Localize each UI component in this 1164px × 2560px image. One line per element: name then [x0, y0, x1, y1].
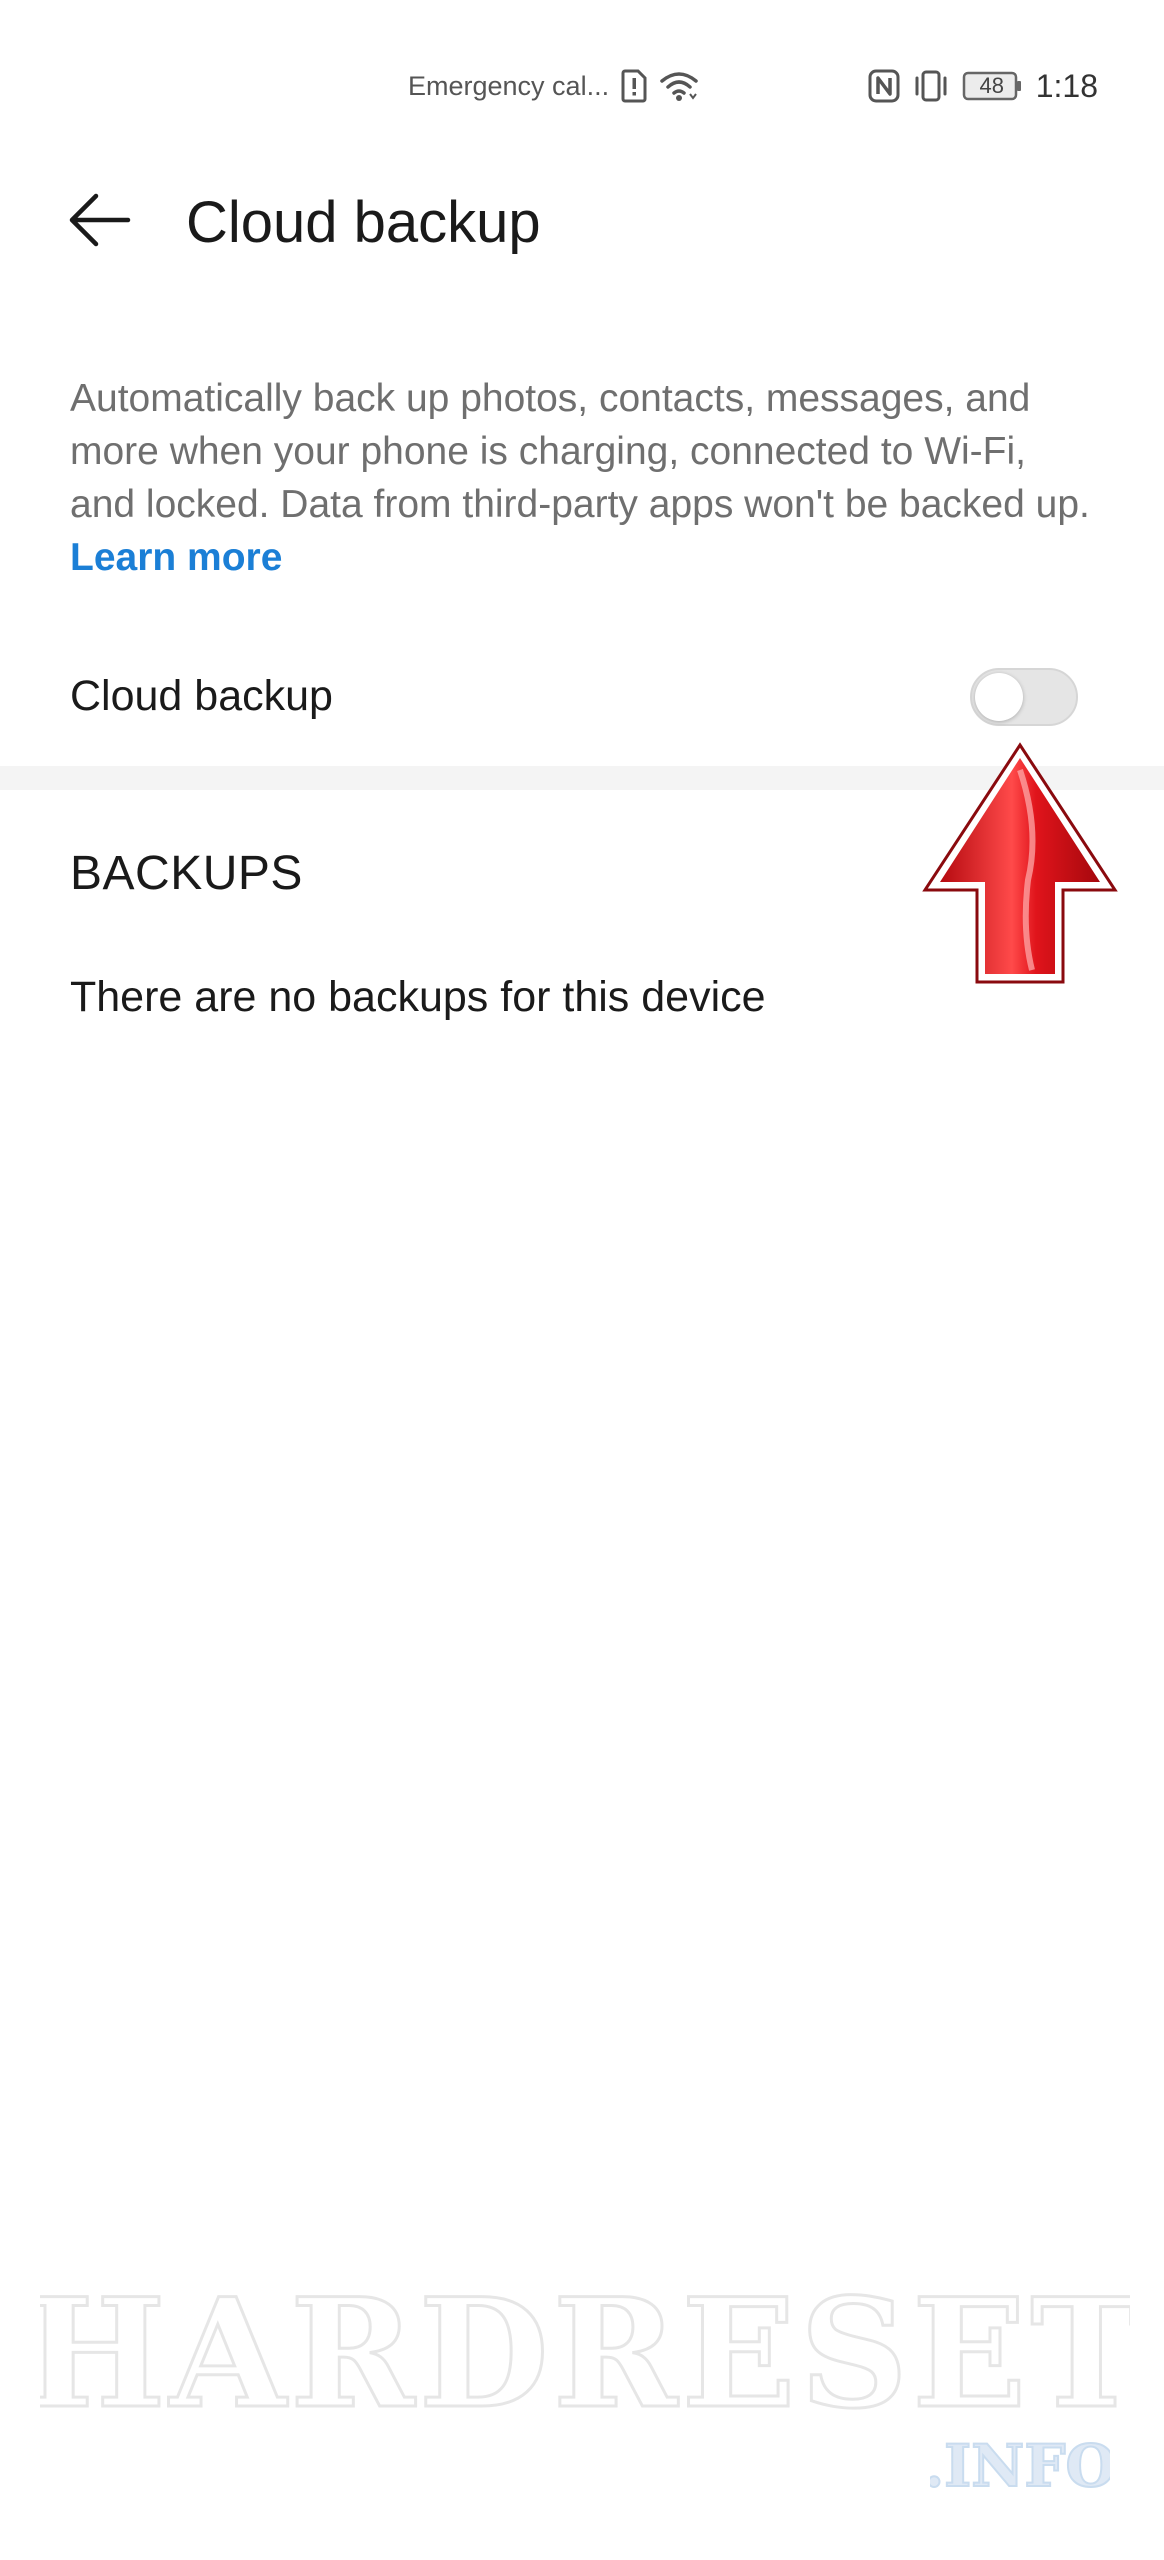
cloud-backup-label: Cloud backup [70, 672, 333, 720]
status-bar: Emergency cal... 48 1:18 [0, 0, 1164, 170]
cloud-backup-switch[interactable] [970, 668, 1078, 726]
no-backups-message: There are no backups for this device [70, 973, 766, 1021]
hardreset-watermark: HARDRESET [22, 2265, 1143, 2444]
svg-text:HARDRESET: HARDRESET [40, 2268, 1130, 2428]
backups-header: BACKUPS [70, 847, 303, 900]
carrier-text: Emergency cal... [408, 70, 610, 101]
app-bar: Cloud backup [0, 160, 1164, 280]
sim-alert-icon [621, 69, 647, 103]
status-time: 1:18 [1035, 67, 1098, 104]
status-right: 48 1:18 [868, 64, 1098, 108]
learn-more-link[interactable]: Learn more [70, 536, 282, 579]
page-title: Cloud backup [186, 190, 541, 255]
nfc-icon [868, 69, 900, 103]
backup-description: Automatically back up photos, contacts, … [70, 372, 1090, 584]
wifi-icon [659, 70, 699, 102]
description-text: Automatically back up photos, contacts, … [70, 377, 1090, 526]
battery-level: 48 [979, 73, 1004, 98]
svg-text:.INFO: .INFO [930, 2432, 1110, 2498]
back-button[interactable] [60, 182, 140, 262]
red-up-arrow-icon [920, 740, 1120, 990]
status-left: Emergency cal... [408, 64, 699, 108]
battery-icon: 48 [962, 69, 1024, 103]
hardreset-watermark-sub: .INFO [923, 2428, 1117, 2501]
arrow-left-icon [68, 192, 132, 253]
switch-knob [975, 673, 1023, 721]
vibrate-icon [912, 69, 950, 103]
